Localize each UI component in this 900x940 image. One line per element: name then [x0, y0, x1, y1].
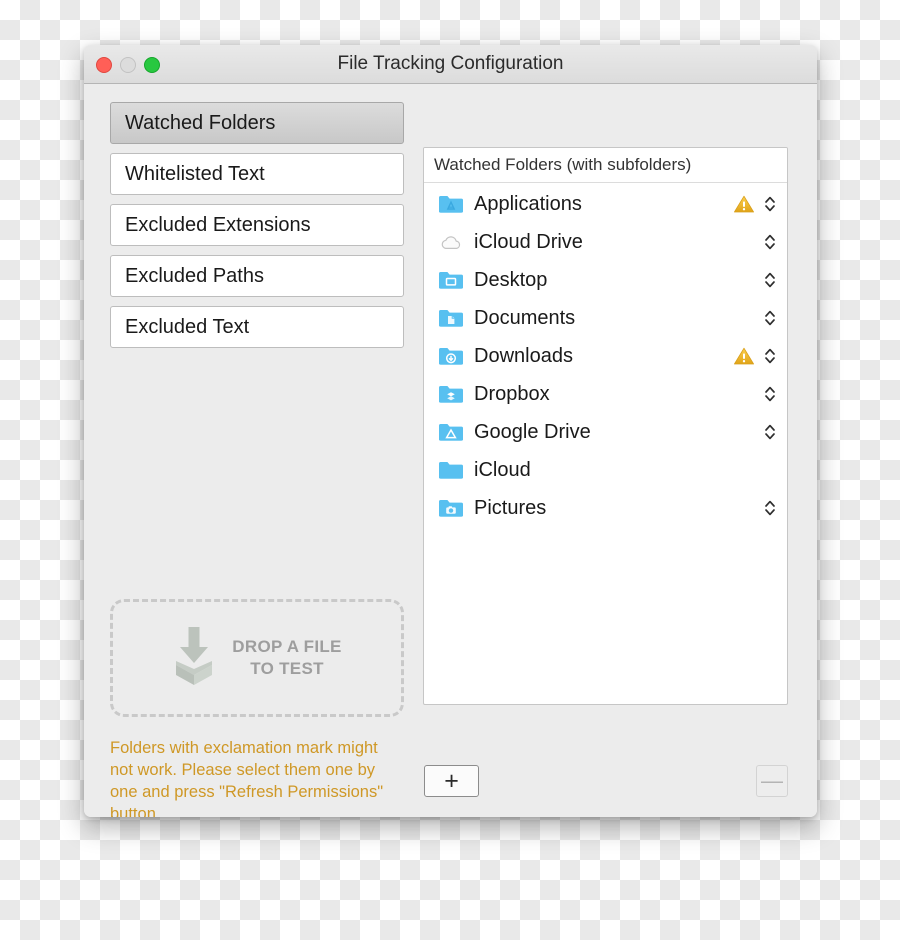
watched-folder-row[interactable]: Desktop [424, 261, 787, 299]
cloud-icon [438, 231, 464, 253]
folder-documents-icon [438, 307, 464, 329]
sidebar-item-whitelisted-text[interactable]: Whitelisted Text [110, 153, 404, 195]
sidebar-item-label: Excluded Paths [125, 264, 264, 287]
warning-triangle-icon [733, 346, 755, 366]
plus-icon: + [444, 766, 459, 795]
watched-folder-label: iCloud Drive [474, 230, 583, 253]
sidebar-item-label: Excluded Text [125, 315, 250, 338]
subfolder-stepper-icon[interactable] [763, 269, 777, 291]
drop-zone-line1: DROP A FILE [232, 636, 342, 656]
sidebar-item-label: Whitelisted Text [125, 162, 265, 185]
subfolder-stepper-icon[interactable] [763, 345, 777, 367]
sidebar-item-watched-folders[interactable]: Watched Folders [110, 102, 404, 144]
watched-folder-row[interactable]: Downloads [424, 337, 787, 375]
watched-folder-label: Dropbox [474, 382, 550, 405]
sidebar-item-excluded-extensions[interactable]: Excluded Extensions [110, 204, 404, 246]
watched-folder-row[interactable]: Documents [424, 299, 787, 337]
watched-folder-label: Applications [474, 192, 582, 215]
folder-downloads-icon [438, 345, 464, 367]
subfolder-stepper-icon[interactable] [763, 307, 777, 329]
folder-desktop-icon [438, 269, 464, 291]
watched-folders-list: Applications iCloud Drive Desktop Documents… [424, 183, 787, 527]
watched-folders-header: Watched Folders (with subfolders) [424, 148, 787, 183]
drop-file-icon [172, 625, 216, 692]
folder-pictures-icon [438, 497, 464, 519]
window-title: File Tracking Configuration [337, 53, 564, 74]
minus-icon: — [761, 768, 783, 793]
watched-folder-row[interactable]: iCloud [424, 451, 787, 489]
subfolder-stepper-icon[interactable] [763, 421, 777, 443]
subfolder-stepper-icon[interactable] [763, 193, 777, 215]
drop-file-zone[interactable]: DROP A FILE TO TEST [110, 599, 404, 717]
watched-folder-label: Google Drive [474, 420, 591, 443]
watched-folder-row[interactable]: Dropbox [424, 375, 787, 413]
sidebar-item-label: Excluded Extensions [125, 213, 311, 236]
folder-google-drive-icon [438, 421, 464, 443]
folder-applications-icon [438, 193, 464, 215]
watched-folder-label: Desktop [474, 268, 548, 291]
watched-folder-label: iCloud [474, 458, 531, 481]
window-content: Watched Folders Whitelisted Text Excluded … [84, 84, 817, 817]
sidebar-item-label: Watched Folders [125, 111, 276, 134]
folder-dropbox-icon [438, 383, 464, 405]
drop-zone-line2: TO TEST [250, 659, 324, 678]
subfolder-stepper-icon[interactable] [763, 497, 777, 519]
subfolder-stepper-icon[interactable] [763, 383, 777, 405]
permissions-warning-note: Folders with exclamation mark might not … [110, 739, 384, 817]
watched-folder-row[interactable]: Google Drive [424, 413, 787, 451]
warning-triangle-icon [733, 194, 755, 214]
watched-folder-label: Documents [474, 306, 576, 329]
sidebar-item-excluded-paths[interactable]: Excluded Paths [110, 255, 404, 297]
sidebar-item-excluded-text[interactable]: Excluded Text [110, 306, 404, 348]
watched-folder-label: Pictures [474, 496, 547, 519]
add-folder-button[interactable]: + [424, 765, 479, 797]
subfolder-stepper-icon[interactable] [763, 231, 777, 253]
settings-category-list: Watched Folders Whitelisted Text Excluded … [110, 102, 404, 357]
watched-folder-row[interactable]: Pictures [424, 489, 787, 527]
drop-zone-text: DROP A FILE TO TEST [232, 636, 341, 681]
folder-plain-icon [438, 459, 464, 481]
app-window: File Tracking Configuration Watched Fold… [84, 45, 817, 817]
watched-folder-label: Downloads [474, 344, 573, 367]
watched-folder-row[interactable]: Applications [424, 185, 787, 223]
watched-folder-row[interactable]: iCloud Drive [424, 223, 787, 261]
remove-folder-button[interactable]: — [756, 765, 788, 797]
watched-folders-panel: Watched Folders (with subfolders) Applic… [423, 147, 788, 705]
window-titlebar: File Tracking Configuration [84, 45, 817, 84]
